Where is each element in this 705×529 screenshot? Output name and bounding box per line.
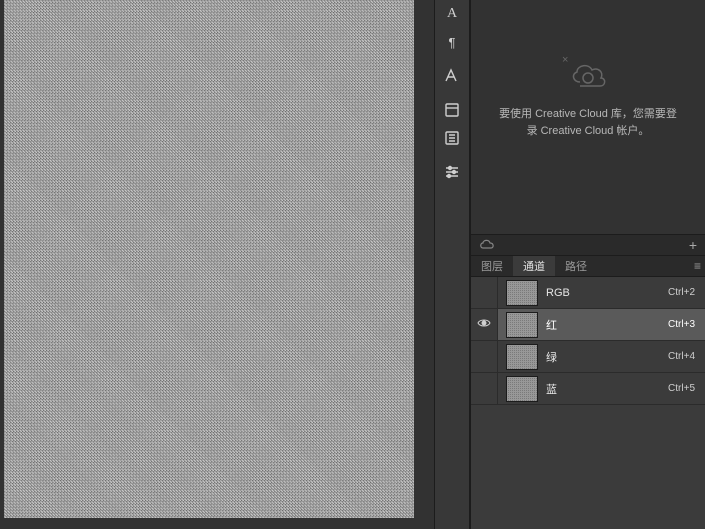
character-styles-icon[interactable] — [435, 62, 469, 90]
channel-thumb-green — [506, 344, 538, 370]
document-area — [0, 0, 434, 529]
channel-shortcut: Ctrl+5 — [668, 383, 695, 394]
panel-menu-icon[interactable]: ≡ — [694, 256, 701, 276]
channel-shortcut: Ctrl+4 — [668, 351, 695, 362]
channel-visibility-blue[interactable] — [471, 373, 498, 404]
channels-panel-empty-area — [471, 405, 705, 529]
channel-name: 绿 — [546, 349, 557, 365]
tab-layers[interactable]: 图层 — [471, 256, 513, 276]
adjustments-icon[interactable] — [435, 158, 469, 186]
channel-thumb-red — [506, 312, 538, 338]
channel-name: RGB — [546, 287, 570, 299]
layers-panel-tabs: 图层 通道 路径 ≡ — [471, 256, 705, 277]
channel-shortcut: Ctrl+2 — [668, 287, 695, 298]
cc-msg-line2: 录 Creative Cloud 帐户。 — [527, 125, 650, 137]
canvas-noise-overlay — [4, 0, 414, 518]
channel-visibility-green[interactable] — [471, 341, 498, 372]
right-panels-column: × 要使用 Creative Cloud 库，您需要登 录 Creative C… — [470, 0, 705, 529]
cc-offline-x-icon: × — [562, 54, 568, 66]
glyph-a-icon: A — [447, 6, 457, 22]
channel-row-blue[interactable]: 蓝 Ctrl+5 — [471, 373, 705, 405]
channel-shortcut: Ctrl+3 — [668, 319, 695, 330]
document-canvas[interactable] — [4, 0, 414, 518]
channel-name: 红 — [546, 317, 557, 333]
cc-cloud-icon: × — [568, 60, 608, 88]
cc-libraries-panel: × 要使用 Creative Cloud 库，您需要登 录 Creative C… — [471, 0, 705, 256]
panel-btn-2-icon[interactable] — [435, 124, 469, 152]
cc-msg-line1: 要使用 Creative Cloud 库，您需要登 — [499, 108, 677, 120]
channel-row-green[interactable]: 绿 Ctrl+4 — [471, 341, 705, 373]
channel-visibility-red[interactable] — [471, 309, 498, 340]
channels-list: RGB Ctrl+2 红 Ctrl+3 绿 Ctrl+4 — [471, 277, 705, 405]
tool-a1-icon[interactable]: A — [435, 0, 469, 28]
cc-panel-footer: + — [471, 234, 705, 255]
cc-add-icon[interactable]: + — [689, 237, 697, 253]
eye-icon — [477, 318, 491, 331]
channel-row-red[interactable]: 红 Ctrl+3 — [471, 309, 705, 341]
channel-thumb-rgb — [506, 280, 538, 306]
channel-visibility-rgb[interactable] — [471, 277, 498, 308]
channel-row-rgb[interactable]: RGB Ctrl+2 — [471, 277, 705, 309]
paragraph-icon[interactable]: ¶ — [435, 28, 469, 56]
pilcrow-icon: ¶ — [449, 35, 456, 50]
cc-signin-message: 要使用 Creative Cloud 库，您需要登 录 Creative Clo… — [498, 106, 678, 139]
tab-paths[interactable]: 路径 — [555, 256, 597, 276]
channel-thumb-blue — [506, 376, 538, 402]
app-root: A ¶ × — [0, 0, 705, 529]
cc-sync-icon[interactable] — [479, 238, 495, 253]
collapsed-panel-strip: A ¶ — [434, 0, 470, 529]
tab-channels[interactable]: 通道 — [513, 256, 555, 276]
channel-name: 蓝 — [546, 381, 557, 397]
panel-btn-1-icon[interactable] — [435, 96, 469, 124]
